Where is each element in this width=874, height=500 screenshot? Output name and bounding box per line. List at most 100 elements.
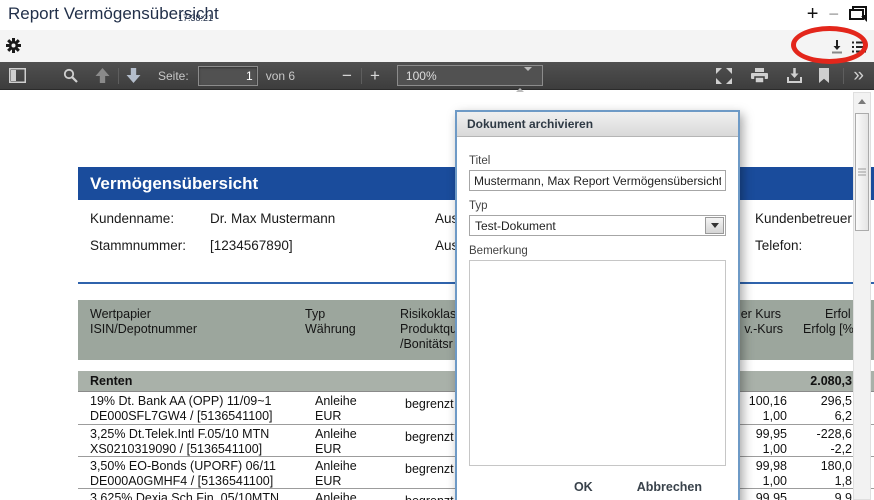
zoom-level-value: 100% [406, 69, 437, 83]
archive-download-icon[interactable] [830, 39, 844, 59]
row-typ: Anleihe [315, 459, 357, 473]
dialog-buttons: OK Abbrechen [469, 466, 726, 494]
zoom-in-icon[interactable]: + [370, 68, 380, 84]
window-controls: + − [807, 1, 868, 27]
row-waehrung: EUR [315, 409, 341, 423]
report-timestamp: 17:38:21 [178, 13, 213, 23]
row-kurs2: 1,00 [763, 442, 787, 456]
zoom-level-select[interactable]: 100% [397, 65, 543, 86]
page-label: Seite: [158, 69, 189, 83]
row-name: 3,625% Dexia Sch.Fin. 05/10MTN [90, 491, 279, 500]
pdf-toolbar: Seite: von 6 − + 100% » [0, 62, 874, 90]
ok-button[interactable]: OK [574, 480, 593, 494]
header-bonitaetsrating: /Bonitätsr [400, 337, 453, 351]
archive-dialog: Dokument archivieren Titel Typ Test-Doku… [455, 110, 740, 500]
stammnummer-label: Stammnummer: [90, 238, 186, 253]
row-name: 3,25% Dt.Telek.Intl F.05/10 MTN [90, 427, 269, 441]
scroll-up-icon [858, 99, 866, 104]
cancel-button[interactable]: Abbrechen [637, 480, 702, 494]
kundenbetreuer-label: Kundenbetreuer: [755, 211, 856, 226]
row-isin: DE000SFL7GW4 / [5136541100] [90, 409, 273, 423]
maximize-icon[interactable]: + [807, 1, 819, 27]
header-typ: Typ [305, 307, 325, 321]
window-titlebar: Report Vermögensübersicht 17:38:21 + − [0, 0, 874, 30]
row-kurs1: 99,95 [756, 427, 787, 441]
print-icon[interactable] [751, 68, 768, 83]
header-risikoklasse: Risikoklas [400, 307, 456, 321]
header-produktquote: Produktqu [400, 322, 457, 336]
presentation-mode-icon[interactable] [716, 68, 732, 84]
row-waehrung: EUR [315, 474, 341, 488]
row-erfolg2: -2,2 [830, 442, 852, 456]
header-kurs-line1: er Kurs [741, 307, 781, 321]
row-risiko: begrenzt [405, 494, 454, 500]
row-erfolg1: 296,5 [821, 394, 852, 408]
vertical-scrollbar[interactable] [853, 92, 871, 500]
dialog-body: Titel Typ Test-Dokument Bemerkung OK Abb… [457, 137, 738, 494]
search-icon[interactable] [63, 68, 78, 83]
typ-label: Typ [469, 200, 726, 212]
bookmark-icon[interactable] [818, 68, 830, 83]
row-kurs2: 1,00 [763, 474, 787, 488]
row-erfolg2: 6,2 [835, 409, 852, 423]
row-isin: XS0210319090 / [5136541100] [90, 442, 262, 456]
header-waehrung: Währung [305, 322, 356, 336]
row-isin: DE000A0GMHF4 / [5136541100] [90, 474, 273, 488]
restore-window-icon[interactable] [849, 6, 868, 22]
row-erfolg2: 1,8 [835, 474, 852, 488]
page-total-label: von 6 [266, 69, 295, 83]
pdf-page: Vermögensübersicht Kundenname: Dr. Max M… [0, 90, 874, 500]
list-menu-icon[interactable] [852, 40, 866, 59]
toolbar-divider [361, 68, 362, 84]
scrollbar-grip-icon [858, 167, 866, 178]
gear-icon[interactable] [6, 38, 21, 58]
toolbar-divider [118, 68, 119, 84]
row-risiko: begrenzt [405, 430, 454, 444]
row-kurs2: 1,00 [763, 409, 787, 423]
more-tools-icon[interactable]: » [853, 66, 864, 86]
row-kurs1: 100,16 [749, 394, 787, 408]
dropdown-arrow-icon[interactable] [705, 217, 724, 234]
scrollbar-thumb[interactable] [855, 113, 869, 231]
header-kurs-line2: v.-Kurs [744, 322, 783, 336]
minimize-icon[interactable]: − [828, 1, 839, 27]
action-bar [0, 30, 874, 62]
bemerkung-textarea[interactable] [469, 260, 726, 466]
section-total: 2.080,3 [810, 374, 852, 388]
row-erfolg1: 180,0 [821, 459, 852, 473]
row-kurs1: 99,98 [756, 459, 787, 473]
row-typ: Anleihe [315, 491, 357, 500]
kundenname-value: Dr. Max Mustermann [210, 211, 335, 226]
telefon-label: Telefon: [755, 238, 802, 253]
previous-page-icon[interactable] [95, 68, 110, 83]
typ-select-value: Test-Dokument [475, 219, 556, 233]
bemerkung-label: Bemerkung [469, 245, 726, 257]
row-risiko: begrenzt [405, 462, 454, 476]
row-name: 19% Dt. Bank AA (OPP) 11/09~1 [90, 394, 271, 408]
toolbar-divider [843, 68, 844, 84]
kundenname-label: Kundenname: [90, 211, 174, 226]
row-waehrung: EUR [315, 442, 341, 456]
stammnummer-value: [1234567890] [210, 238, 293, 253]
titel-label: Titel [469, 155, 726, 167]
header-wertpapier: Wertpapier [90, 307, 151, 321]
scroll-up-button[interactable] [854, 93, 870, 109]
header-isin: ISIN/Depotnummer [90, 322, 197, 336]
row-typ: Anleihe [315, 427, 357, 441]
row-erfolg1: -228,6 [817, 427, 852, 441]
zoom-out-icon[interactable]: − [342, 68, 352, 84]
row-erfolg1: 9,9 [835, 491, 852, 500]
dialog-title: Dokument archivieren [457, 112, 738, 137]
row-risiko: begrenzt [405, 397, 454, 411]
row-kurs1: 99,95 [756, 491, 787, 500]
page-number-input[interactable] [198, 66, 258, 86]
sidebar-toggle-icon[interactable] [9, 68, 26, 83]
section-name: Renten [90, 374, 132, 388]
next-page-icon[interactable] [126, 68, 141, 83]
row-typ: Anleihe [315, 394, 357, 408]
typ-select[interactable]: Test-Dokument [469, 215, 726, 236]
download-icon[interactable] [787, 68, 802, 83]
header-erfolg-line1: Erfol [825, 307, 851, 321]
titel-input[interactable] [469, 170, 726, 191]
document-banner-title: Vermögensübersicht [90, 174, 258, 193]
